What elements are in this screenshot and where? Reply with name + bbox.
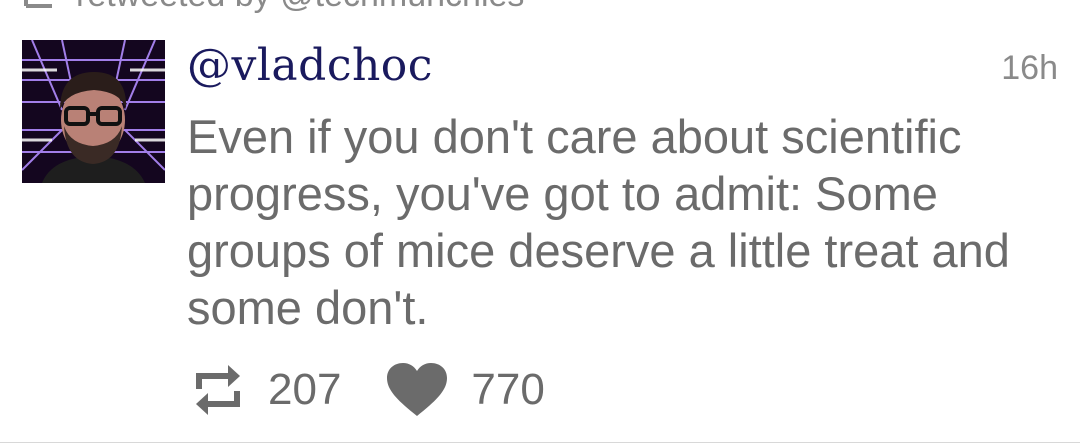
heart-icon[interactable] — [385, 362, 449, 418]
timestamp: 16h — [1001, 49, 1058, 87]
retweet-icon[interactable] — [190, 363, 246, 417]
like-button[interactable]: 770 — [385, 362, 545, 418]
retweet-count: 207 — [268, 365, 342, 414]
avatar[interactable] — [22, 40, 165, 183]
tweet-actions: 207 770 — [190, 360, 545, 420]
retweet-button[interactable]: 207 — [190, 363, 341, 417]
like-count: 770 — [471, 365, 545, 414]
tweet-card[interactable]: @vladchoc 16h Even if you don't care abo… — [0, 0, 1080, 443]
username[interactable]: @vladchoc — [187, 38, 433, 94]
tweet-text: Even if you don't care about scientific … — [187, 110, 1010, 334]
